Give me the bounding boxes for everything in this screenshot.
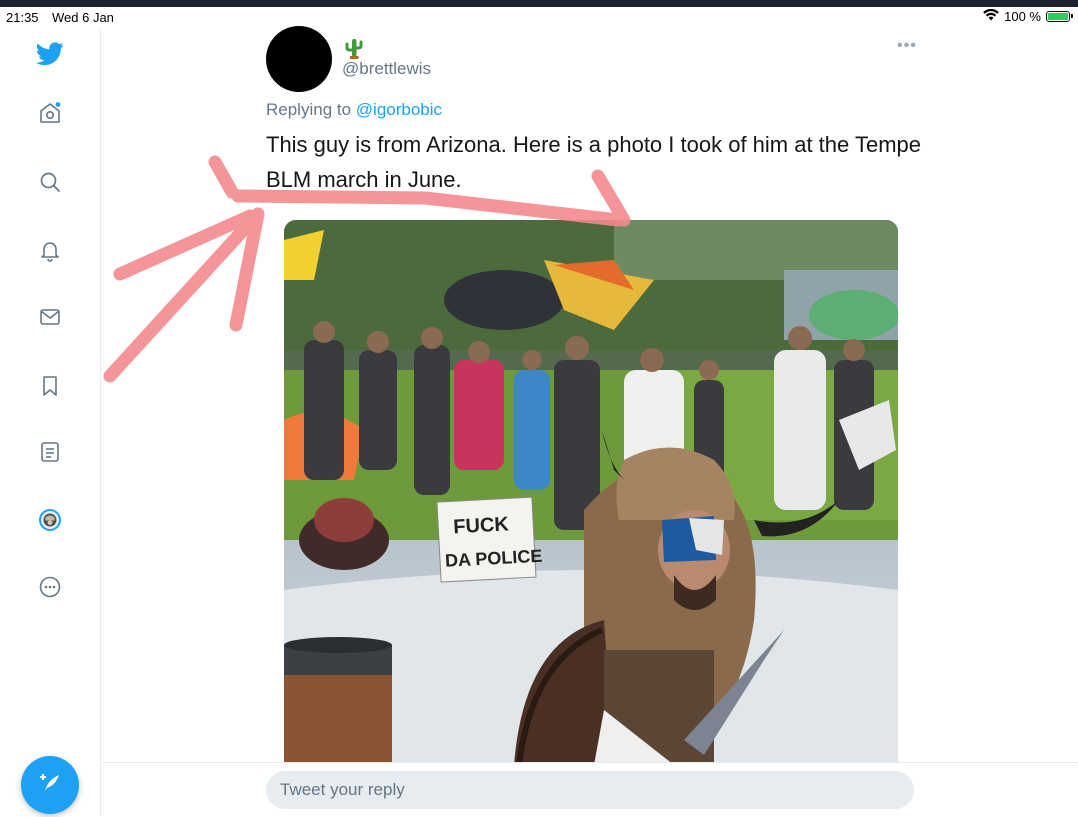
sidebar	[0, 29, 101, 816]
reply-input[interactable]	[266, 771, 914, 809]
lists-icon[interactable]	[36, 438, 64, 466]
author-handle[interactable]: @brettlewis	[342, 59, 431, 79]
reply-bar	[102, 762, 1078, 817]
top-strip	[0, 0, 1078, 7]
explore-search-icon[interactable]	[36, 168, 64, 196]
battery-icon	[1046, 11, 1073, 22]
twitter-logo-icon[interactable]	[36, 39, 64, 67]
bookmarks-icon[interactable]	[36, 372, 64, 400]
cactus-icon	[344, 37, 364, 59]
tweet-detail: @brettlewis ••• Replying to @igorbobic T…	[102, 26, 1078, 817]
wifi-icon	[983, 8, 999, 24]
battery-percent: 100 %	[1004, 9, 1041, 24]
more-options-icon[interactable]	[36, 573, 64, 601]
status-time: 21:35	[6, 10, 39, 25]
tweet-photo[interactable]: FUCK DA POLICE	[284, 220, 898, 765]
compose-tweet-icon	[36, 769, 64, 802]
status-right: 100 %	[983, 8, 1073, 24]
more-dots-icon[interactable]: •••	[897, 37, 917, 55]
replying-to: Replying to @igorbobic	[266, 100, 442, 120]
svg-text:FUCK: FUCK	[453, 513, 510, 538]
status-date: Wed 6 Jan	[52, 10, 114, 25]
status-bar: 21:35 Wed 6 Jan 100 %	[0, 7, 1078, 29]
notifications-bell-icon[interactable]	[36, 236, 64, 264]
messages-envelope-icon[interactable]	[36, 303, 64, 331]
home-icon[interactable]	[36, 99, 64, 127]
replying-to-link[interactable]: @igorbobic	[356, 100, 442, 119]
tweet-text: This guy is from Arizona. Here is a phot…	[266, 132, 922, 192]
author-avatar[interactable]	[266, 26, 332, 92]
replying-prefix: Replying to	[266, 100, 352, 119]
compose-tweet-button[interactable]	[21, 756, 79, 814]
profile-avatar-icon[interactable]	[36, 506, 64, 534]
